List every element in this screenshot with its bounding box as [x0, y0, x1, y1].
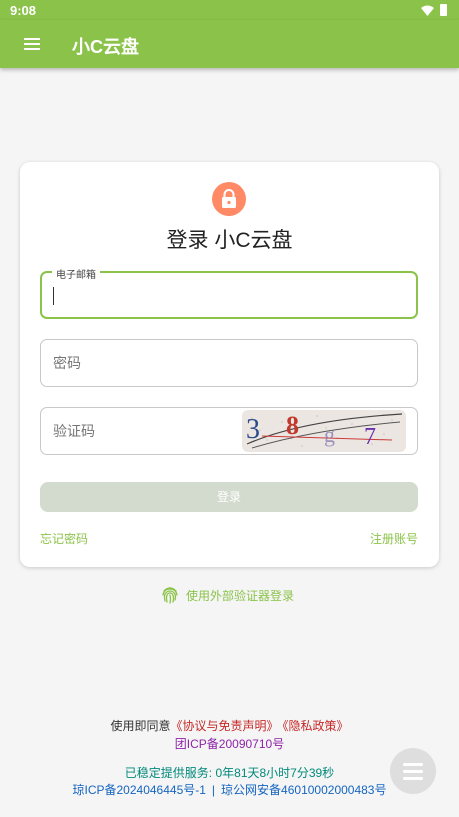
wifi-icon [421, 5, 434, 16]
status-icons [421, 4, 447, 16]
app-title: 小C云盘 [72, 37, 139, 57]
agree-prefix: 使用即同意 [110, 719, 171, 733]
captcha-char: 8 [286, 411, 299, 440]
captcha-char: g [324, 422, 335, 447]
status-time: 9:08 [10, 3, 37, 18]
status-bar: 9:08 [0, 0, 459, 20]
privacy-link[interactable]: 《隐私政策》 [283, 719, 349, 733]
captcha-char: 3 [246, 414, 260, 445]
email-label: 电子邮箱 [52, 266, 100, 281]
captcha-field[interactable]: 3 8 g 7 [40, 407, 418, 455]
login-card: 登录 小C云盘 电子邮箱 3 8 g 7 [20, 162, 439, 567]
uptime-text: 已稳定提供服务: 0年81天8小时7分39秒 [124, 766, 335, 780]
fingerprint-icon [162, 587, 178, 604]
captcha-image[interactable]: 3 8 g 7 [242, 410, 406, 452]
battery-icon [440, 4, 447, 16]
menu-button[interactable] [22, 33, 46, 55]
app-bar: 小C云盘 [0, 20, 459, 68]
record-line: 琼ICP备2024046445号-1 | 琼公网安备46010002000483号 [0, 781, 459, 798]
external-login-label: 使用外部验证器登录 [186, 588, 295, 603]
external-login-link[interactable]: 使用外部验证器登录 [162, 586, 294, 604]
register-link[interactable]: 注册账号 [370, 530, 418, 547]
group-icp-line: 团ICP备20090710号 [0, 735, 459, 752]
email-field[interactable]: 电子邮箱 [40, 266, 418, 319]
lock-avatar [212, 182, 246, 216]
menu-icon [24, 38, 40, 40]
email-input[interactable] [54, 285, 394, 307]
login-title: 登录 小C云盘 [166, 229, 293, 252]
lock-icon [222, 189, 236, 208]
police-record-link[interactable]: 琼公网安备46010002000483号 [221, 783, 386, 797]
record-separator: | [211, 783, 216, 797]
agreement-link[interactable]: 《协议与免责声明》 [170, 719, 278, 733]
group-icp-link[interactable]: 团ICP备20090710号 [175, 737, 284, 751]
fab-menu-icon [403, 763, 423, 766]
agreement-line: 使用即同意《协议与免责声明》 《隐私政策》 [0, 717, 459, 734]
forgot-password-link[interactable]: 忘记密码 [40, 530, 88, 547]
qiong-icp-link[interactable]: 琼ICP备2024046445号-1 [73, 783, 206, 797]
login-button[interactable]: 登录 [40, 482, 418, 512]
captcha-char: 7 [364, 424, 376, 450]
password-field[interactable] [40, 339, 418, 387]
floating-menu-button[interactable] [390, 748, 436, 794]
captcha-graphic: 3 8 g 7 [246, 411, 403, 450]
password-input[interactable] [53, 352, 393, 374]
captcha-input[interactable] [53, 420, 233, 442]
